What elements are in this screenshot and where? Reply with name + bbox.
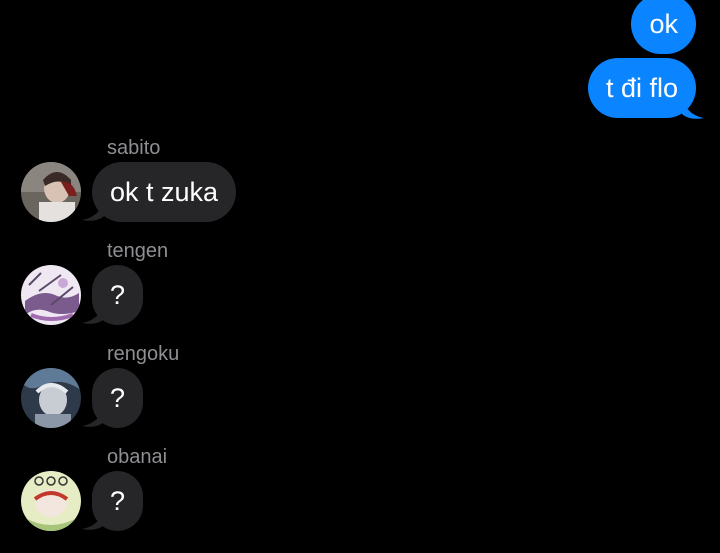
message-text: ? bbox=[110, 383, 126, 413]
chat-thread[interactable]: ok t đi flo sabito ok t zuka tengen ? re… bbox=[0, 0, 720, 553]
rengoku-avatar[interactable] bbox=[21, 368, 81, 428]
message-text: ok t zuka bbox=[110, 177, 219, 207]
sender-name: tengen bbox=[107, 240, 169, 262]
bubble-tail-icon bbox=[682, 96, 704, 119]
outgoing-message[interactable]: t đi flo bbox=[587, 58, 696, 118]
message-text: ? bbox=[110, 280, 126, 310]
tengen-avatar[interactable] bbox=[21, 265, 81, 325]
incoming-message[interactable]: ? bbox=[92, 265, 144, 325]
message-text: t đi flo bbox=[605, 73, 678, 103]
message-text: ok bbox=[649, 9, 678, 39]
incoming-message[interactable]: ok t zuka bbox=[92, 162, 237, 222]
sender-name: sabito bbox=[107, 137, 161, 159]
sabito-avatar[interactable] bbox=[21, 162, 81, 222]
incoming-message[interactable]: ? bbox=[92, 471, 144, 531]
message-text: ? bbox=[110, 486, 126, 516]
obanai-avatar[interactable] bbox=[21, 471, 81, 531]
outgoing-message[interactable]: ok bbox=[631, 0, 696, 54]
sender-name: rengoku bbox=[107, 343, 180, 365]
sender-name: obanai bbox=[107, 446, 168, 468]
incoming-message[interactable]: ? bbox=[92, 368, 144, 428]
